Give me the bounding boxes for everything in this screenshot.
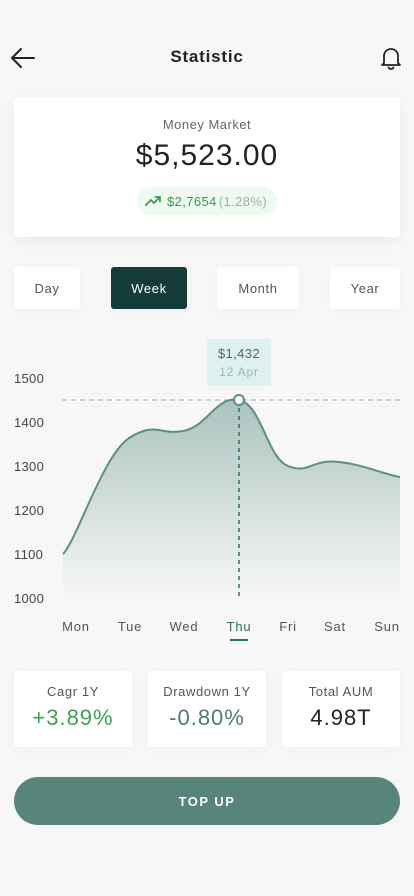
bell-icon [381, 48, 401, 70]
tab-label: Year [350, 280, 380, 296]
tab-label: Week [131, 280, 167, 296]
change-amount: $2,7654 [166, 193, 217, 209]
y-tick-label: 1000 [14, 591, 44, 606]
x-tick-label[interactable]: Sat [324, 619, 346, 634]
price-chart[interactable]: 1500 1400 1300 1200 1100 1000 Mon Tue Wed Thu Fri… [0, 330, 414, 650]
chart-tooltip: $1,432 12 Apr [207, 339, 271, 386]
stat-value: -0.80% [169, 705, 245, 730]
stat-label: Total AUM [308, 684, 374, 699]
trending-up-icon [145, 196, 161, 206]
stat-label: Cagr 1Y [47, 684, 99, 699]
notifications-button[interactable] [380, 46, 402, 70]
tab-label: Day [34, 280, 60, 296]
balance-amount: $5,523.00 [135, 139, 279, 172]
change-percent: (1.28%) [218, 193, 268, 209]
tooltip-value: $1,432 [217, 346, 261, 361]
tab-label: Month [238, 280, 278, 296]
stat-card-drawdown: Drawdown 1Y -0.80% [148, 671, 266, 747]
page-title: Statistic [170, 47, 244, 66]
y-tick-label: 1100 [14, 547, 43, 562]
y-tick-label: 1400 [14, 415, 44, 430]
change-badge: $2,7654 (1.28%) [136, 187, 278, 215]
stat-value: +3.89% [32, 705, 114, 730]
tab-year[interactable]: Year [330, 267, 400, 309]
balance-card: Money Market $5,523.00 $2,7654 (1.28%) [14, 97, 400, 237]
tab-day[interactable]: Day [14, 267, 80, 309]
y-tick-label: 1200 [14, 503, 44, 518]
x-tick-label[interactable]: Thu [227, 619, 252, 634]
y-tick-label: 1300 [14, 459, 44, 474]
x-tick-label[interactable]: Sun [374, 619, 400, 634]
header-bar: Statistic [0, 38, 414, 78]
tab-week[interactable]: Week [111, 267, 187, 309]
x-tick-label[interactable]: Wed [170, 619, 199, 634]
stat-label: Drawdown 1Y [163, 684, 251, 699]
tooltip-date: 12 Apr [219, 365, 259, 379]
stat-card-cagr: Cagr 1Y +3.89% [14, 671, 132, 747]
x-tick-label[interactable]: Fri [279, 619, 297, 634]
active-day-underline [230, 639, 248, 641]
y-tick-label: 1500 [14, 371, 44, 386]
stat-value: 4.98T [310, 705, 372, 730]
account-name: Money Market [162, 117, 252, 132]
chart-area-fill [63, 399, 400, 598]
stat-card-total-aum: Total AUM 4.98T [282, 671, 400, 747]
top-up-button[interactable]: TOP UP [14, 777, 400, 825]
x-tick-label[interactable]: Mon [62, 619, 90, 634]
highlight-point[interactable] [233, 394, 245, 406]
tab-month[interactable]: Month [217, 267, 299, 309]
x-tick-label[interactable]: Tue [118, 619, 142, 634]
